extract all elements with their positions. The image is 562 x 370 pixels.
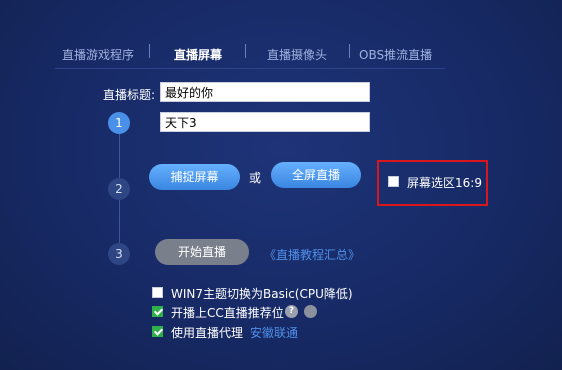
fullscreen-live-button[interactable]: 全屏直播 [271, 162, 361, 188]
tab-divider [349, 44, 350, 58]
capture-screen-button[interactable]: 捕捉屏幕 [149, 164, 240, 190]
title-label: 直播标题: [103, 88, 156, 102]
tab-live-screen[interactable]: 直播屏幕 [174, 46, 222, 63]
screen-16-9-label: 屏幕选区16:9 [407, 176, 482, 190]
step-3-indicator: 3 [108, 243, 130, 265]
help-icon[interactable]: ? [285, 305, 298, 318]
tutorial-link[interactable]: 《直播教程汇总》 [264, 246, 360, 263]
tab-obs-stream[interactable]: OBS推流直播 [359, 46, 432, 63]
win7-basic-label: WIN7主题切换为Basic(CPU降低) [171, 287, 353, 301]
proxy-label: 使用直播代理 [171, 326, 244, 340]
title-input[interactable] [160, 82, 370, 102]
tab-divider [245, 44, 246, 58]
tab-bar: 直播游戏程序 直播屏幕 直播摄像头 OBS推流直播 [55, 36, 445, 69]
cc-recommend-checkbox[interactable] [152, 306, 163, 317]
step-connector [119, 134, 120, 178]
start-live-button[interactable]: 开始直播 [155, 239, 249, 265]
tab-live-camera[interactable]: 直播摄像头 [267, 46, 327, 63]
win7-basic-checkbox[interactable] [152, 287, 163, 298]
step-1-indicator: 1 [108, 112, 130, 134]
proxy-provider-link[interactable]: 安徽联通 [250, 324, 298, 341]
cc-recommend-label: 开播上CC直播推荐位 [171, 306, 284, 320]
tab-divider [149, 44, 150, 58]
step-connector [119, 200, 120, 244]
screen-16-9-checkbox[interactable] [388, 176, 399, 187]
or-text: 或 [249, 171, 262, 185]
step-2-indicator: 2 [108, 178, 130, 200]
tab-live-game[interactable]: 直播游戏程序 [62, 46, 134, 63]
subtitle-input[interactable] [160, 112, 370, 132]
proxy-checkbox[interactable] [152, 326, 163, 337]
globe-icon[interactable] [304, 305, 317, 318]
